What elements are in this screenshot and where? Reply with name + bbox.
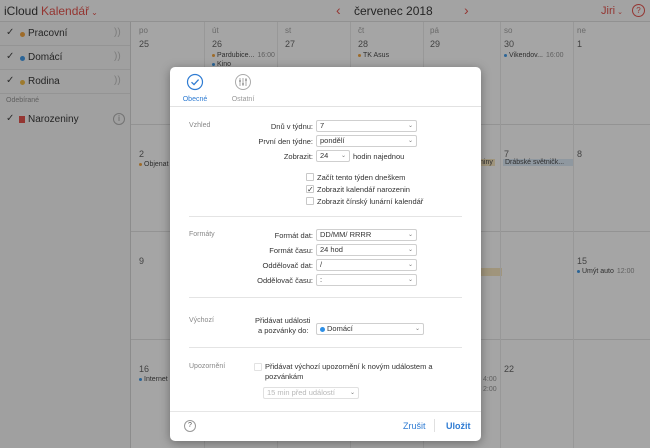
- select-value: Domácí: [327, 324, 353, 333]
- select-value: pondělí: [320, 136, 345, 145]
- show-hours-label: Zobrazit:: [283, 152, 313, 161]
- tab-other-label: Ostatní: [231, 96, 255, 103]
- chevron-down-icon: ⌄: [407, 277, 413, 283]
- date-separator-select[interactable]: / ⌄: [316, 259, 417, 271]
- help-icon[interactable]: ?: [184, 420, 196, 432]
- time-separator-select[interactable]: : ⌄: [316, 274, 417, 286]
- default-alert-label-2: pozvánkám: [265, 372, 304, 381]
- chevron-down-icon: ⌄: [340, 153, 346, 159]
- cancel-button[interactable]: Zrušit: [403, 421, 426, 431]
- start-today-label: Začít tento týden dneškem: [317, 173, 406, 182]
- section-default-title: Výchozí: [189, 317, 214, 324]
- show-hours-suffix: hodin najednou: [353, 152, 405, 161]
- chevron-down-icon: ⌄: [407, 138, 413, 144]
- show-birthdays-checkbox[interactable]: ✓: [306, 185, 314, 194]
- tab-general-label: Obecné: [182, 96, 208, 103]
- chevron-down-icon: ⌄: [414, 326, 420, 332]
- section-alerts-title: Upozornění: [189, 363, 226, 370]
- days-in-week-select[interactable]: 7 ⌄: [316, 120, 417, 132]
- section-divider: [189, 216, 462, 217]
- time-format-label: Formát času:: [269, 246, 313, 255]
- time-separator-label: Oddělovač času:: [257, 276, 313, 285]
- show-hours-select[interactable]: 24 ⌄: [316, 150, 350, 162]
- default-alert-checkbox[interactable]: [254, 363, 262, 371]
- show-chinese-label: Zobrazit čínský lunární kalendář: [317, 197, 424, 206]
- section-divider: [189, 297, 462, 298]
- show-chinese-checkbox[interactable]: [306, 197, 314, 205]
- date-format-select[interactable]: DD/MM/ RRRR ⌄: [316, 229, 417, 241]
- select-value: 15 min před událostí: [267, 388, 335, 397]
- chevron-down-icon: ⌄: [407, 232, 413, 238]
- select-value: /: [320, 260, 323, 269]
- select-value: 24 hod: [320, 245, 343, 254]
- start-today-checkbox[interactable]: [306, 173, 314, 181]
- first-day-select[interactable]: pondělí ⌄: [316, 135, 417, 147]
- section-divider: [189, 347, 462, 348]
- days-in-week-label: Dnů v týdnu:: [270, 122, 313, 131]
- select-value: 7: [320, 121, 325, 130]
- tab-other[interactable]: Ostatní: [226, 73, 260, 103]
- date-separator-label: Oddělovač dat:: [262, 261, 313, 270]
- tab-general[interactable]: Obecné: [178, 73, 212, 103]
- footer-divider: [170, 411, 481, 412]
- sliders-icon: [235, 74, 251, 90]
- save-button[interactable]: Uložit: [446, 421, 471, 431]
- calendar-color-dot: [320, 326, 325, 332]
- chevron-down-icon: ⌄: [349, 390, 355, 396]
- default-calendar-label-2: a pozvánky do:: [258, 326, 309, 335]
- preferences-tabbar: Obecné Ostatní: [170, 67, 481, 107]
- preferences-dialog: Obecné Ostatní Vzhled Dnů v týdnu: 7 ⌄ Pr…: [170, 67, 481, 441]
- default-alert-label-1: Přidávat výchozí upozornění k novým udál…: [265, 362, 433, 371]
- time-format-select[interactable]: 24 hod ⌄: [316, 244, 417, 256]
- section-appearance-title: Vzhled: [189, 122, 211, 129]
- select-value: :: [320, 275, 323, 284]
- chevron-down-icon: ⌄: [407, 123, 413, 129]
- chevron-down-icon: ⌄: [407, 247, 413, 253]
- button-divider: [434, 419, 435, 432]
- show-birthdays-label: Zobrazit kalendář narozenin: [317, 185, 410, 194]
- section-formats-title: Formáty: [189, 231, 215, 238]
- date-format-label: Formát dat:: [274, 231, 313, 240]
- default-calendar-label-1: Přidávat události: [255, 316, 311, 325]
- first-day-label: První den týdne:: [258, 137, 313, 146]
- general-check-icon: [186, 73, 204, 91]
- select-value: 24: [320, 151, 329, 160]
- default-calendar-select[interactable]: Domácí ⌄: [316, 323, 424, 335]
- chevron-down-icon: ⌄: [407, 262, 413, 268]
- default-alert-select[interactable]: 15 min před událostí ⌄: [263, 387, 359, 399]
- select-value: DD/MM/ RRRR: [320, 230, 372, 239]
